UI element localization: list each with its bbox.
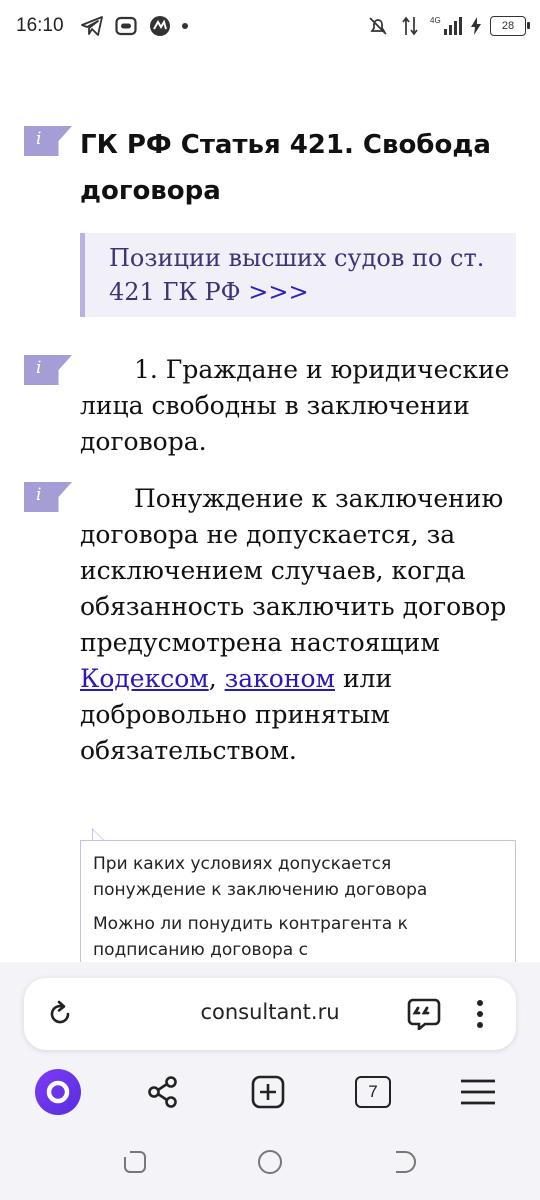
marker-glyph: i	[36, 358, 42, 378]
info-marker-icon[interactable]: i	[24, 482, 72, 512]
telegram-icon	[80, 14, 104, 38]
info-marker-icon[interactable]: i	[24, 355, 72, 385]
notification-dot-icon	[182, 23, 188, 29]
system-navigation-bar	[0, 1132, 540, 1192]
status-bar: 16:10 4G 28	[0, 0, 540, 56]
data-icon	[398, 14, 422, 38]
tabs-count-button[interactable]: 7	[345, 1060, 401, 1124]
battery-indicator: 28	[490, 16, 530, 36]
charging-icon	[470, 14, 482, 38]
article-paragraph-1: 1. Граждане и юридические лица свободны …	[80, 355, 510, 456]
alice-icon	[35, 1069, 81, 1115]
hamburger-menu-icon[interactable]	[450, 1060, 506, 1124]
related-questions-box: При каких условиях допускается понуждени…	[80, 840, 516, 980]
address-bar[interactable]: consultant.ru	[24, 978, 516, 1050]
marker-glyph: i	[36, 129, 42, 149]
browser-toolbar: 7	[0, 1060, 540, 1124]
network-label: 4G	[430, 16, 441, 25]
signal-icon: 4G	[430, 14, 462, 38]
related-question-item[interactable]: При каких условиях допускается понуждени…	[93, 851, 503, 903]
mute-icon	[366, 14, 390, 38]
app-icon	[148, 14, 172, 38]
info-marker-icon[interactable]: i	[24, 126, 72, 156]
related-question-item[interactable]: Можно ли понудить контрагента к подписан…	[93, 911, 503, 963]
more-menu-icon[interactable]	[462, 996, 498, 1032]
back-icon[interactable]	[385, 1142, 425, 1182]
recents-icon[interactable]	[115, 1142, 155, 1182]
home-icon[interactable]	[250, 1142, 290, 1182]
marker-glyph: i	[36, 485, 42, 505]
url-text[interactable]: consultant.ru	[24, 1000, 516, 1024]
tabs-count: 7	[355, 1076, 391, 1108]
paragraph-2-text-start: Понуждение к заключению договора не допу…	[80, 484, 507, 657]
share-icon[interactable]	[135, 1060, 191, 1124]
law-link[interactable]: законом	[225, 664, 335, 693]
status-time: 16:10	[16, 15, 64, 36]
article-title: ГК РФ Статья 421. Свобода договора	[80, 130, 491, 206]
quote-icon[interactable]	[406, 996, 442, 1032]
new-tab-icon[interactable]	[240, 1060, 296, 1124]
alice-assistant-button[interactable]	[30, 1060, 86, 1124]
separator-text: ,	[208, 664, 225, 693]
positions-link[interactable]: >>>	[248, 278, 308, 306]
article-paragraph-2: Понуждение к заключению договора не допу…	[80, 481, 520, 769]
court-positions-box[interactable]: Позиции высших судов по ст. 421 ГК РФ >>…	[80, 233, 516, 317]
message-icon	[114, 14, 138, 38]
code-link[interactable]: Кодексом	[80, 664, 209, 693]
